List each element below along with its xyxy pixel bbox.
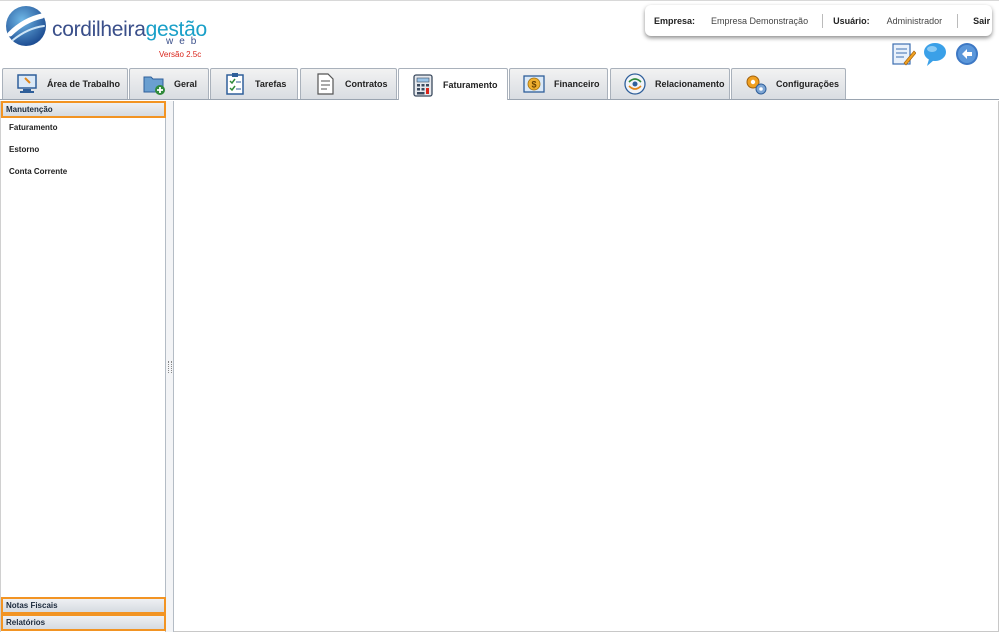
tab-geral[interactable]: Geral — [129, 68, 209, 99]
folder-add-icon — [143, 76, 165, 95]
tab-label: Configurações — [776, 79, 840, 89]
tab-financeiro[interactable]: $ Financeiro — [509, 68, 608, 99]
notes-icon[interactable] — [890, 41, 916, 67]
tab-relacionamento[interactable]: Relacionamento — [610, 68, 730, 99]
tab-faturamento[interactable]: Faturamento — [398, 68, 508, 100]
section-notas-fiscais[interactable]: Notas Fiscais — [1, 597, 166, 614]
chat-icon[interactable] — [922, 41, 948, 67]
brand-logo: cordilheiragestão web Versão 2.5c — [4, 4, 207, 59]
calculator-icon — [413, 73, 433, 97]
globe-logo-icon — [6, 6, 46, 46]
session-info-bar: Empresa: Empresa Demonstração Usuário: A… — [645, 5, 992, 36]
back-icon[interactable] — [954, 41, 980, 67]
menu-item-conta-corrente[interactable]: Conta Corrente — [9, 167, 67, 176]
tab-label: Faturamento — [443, 79, 498, 90]
main-tab-bar: Área de Trabalho Geral Tarefas Contratos — [0, 68, 999, 100]
menu-item-faturamento[interactable]: Faturamento — [9, 123, 57, 132]
sidebar-splitter[interactable] — [166, 101, 174, 632]
menu-item-estorno[interactable]: Estorno — [9, 145, 39, 154]
usuario-value: Administrador — [886, 15, 943, 26]
empresa-value[interactable]: Empresa Demonstração — [711, 16, 808, 26]
tab-tarefas[interactable]: Tarefas — [210, 68, 298, 99]
gears-icon — [746, 75, 767, 95]
divider — [822, 13, 824, 28]
section-manutencao[interactable]: Manutenção — [1, 101, 166, 118]
section-relatorios[interactable]: Relatórios — [1, 614, 166, 631]
usuario-label: Usuário: — [833, 15, 870, 26]
divider — [957, 13, 959, 28]
money-icon: $ — [523, 75, 545, 93]
desktop-icon — [17, 74, 37, 93]
tab-label: Contratos — [345, 79, 388, 89]
tab-label: Tarefas — [255, 79, 287, 89]
document-icon — [317, 73, 334, 95]
tab-label: Financeiro — [554, 79, 600, 89]
tab-label: Geral — [174, 79, 198, 89]
tab-area-de-trabalho[interactable]: Área de Trabalho — [2, 68, 128, 99]
tab-label: Relacionamento — [655, 79, 725, 89]
logout-link[interactable]: Sair — [973, 16, 990, 26]
contacts-icon — [624, 73, 646, 95]
toolbar-icons — [890, 41, 990, 67]
sidebar: Manutenção Faturamento Estorno Conta Cor… — [0, 101, 166, 632]
tab-label: Área de Trabalho — [47, 79, 121, 89]
app-header: cordilheiragestão web Versão 2.5c Empres… — [0, 0, 999, 68]
version-label: Versão 2.5c — [159, 50, 202, 59]
main-content-area — [174, 101, 999, 632]
brand-subtitle: web — [166, 36, 203, 47]
tab-configuracoes[interactable]: Configurações — [731, 68, 846, 99]
svg-text:$: $ — [531, 80, 536, 90]
splitter-grip[interactable] — [168, 361, 172, 373]
empresa-label: Empresa: — [654, 15, 696, 26]
tab-contratos[interactable]: Contratos — [300, 68, 397, 99]
checklist-icon — [226, 73, 244, 95]
